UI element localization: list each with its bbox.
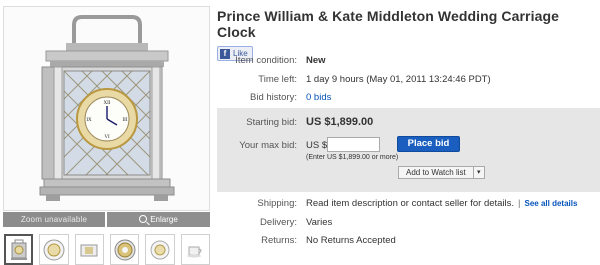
thumbnail-4[interactable] — [110, 234, 140, 265]
plate-thumbnail-icon — [43, 239, 65, 260]
max-bid-input[interactable] — [327, 137, 380, 152]
listing-title: Prince William & Kate Middleton Wedding … — [217, 8, 560, 40]
time-left-value: 1 day 9 hours (May 01, 2011 13:24:46 PDT… — [306, 74, 491, 85]
carriage-clock-image: XII III VI IX — [39, 15, 175, 201]
enlarge-button[interactable]: Enlarge — [107, 212, 210, 227]
cup-thumbnail-icon — [187, 246, 202, 257]
dial-numeral-3: III — [123, 118, 128, 123]
thumbnail-3[interactable] — [74, 234, 105, 265]
delivery-label: Delivery: — [260, 217, 297, 228]
starting-bid-label: Starting bid: — [246, 117, 297, 128]
bid-panel: Starting bid: US $1,899.00 Your max bid:… — [217, 108, 600, 192]
starting-bid-value: US $1,899.00 — [306, 116, 374, 128]
dial-numeral-12: XII — [104, 101, 111, 106]
enlarge-label: Enlarge — [150, 215, 178, 224]
dial-numeral-9: IX — [86, 118, 92, 123]
thumbnail-2[interactable] — [39, 234, 69, 265]
listing-details: Prince William & Kate Middleton Wedding … — [217, 8, 600, 246]
thumbnail-strip — [3, 234, 210, 265]
image-toolbar: Zoom unavailable Enlarge — [3, 212, 210, 227]
returns-label: Returns: — [261, 235, 297, 246]
place-bid-button[interactable]: Place bid — [397, 136, 460, 152]
main-product-image[interactable]: XII III VI IX — [3, 6, 210, 211]
shipping-label: Shipping: — [257, 198, 297, 209]
thumbnail-5[interactable] — [145, 234, 175, 265]
bid-history-label: Bid history: — [250, 92, 297, 103]
item-condition-value: New — [306, 55, 326, 66]
box-thumbnail-icon — [80, 244, 98, 256]
dish-thumbnail-icon — [150, 240, 170, 259]
currency-prefix: US $ — [306, 140, 328, 151]
thumbnail-1[interactable] — [4, 234, 34, 265]
item-condition-label: Item condition: — [235, 55, 297, 66]
time-left-label: Time left: — [258, 74, 297, 85]
clock-thumbnail-icon — [10, 239, 27, 260]
delivery-value: Varies — [306, 217, 333, 228]
dial-numeral-6: VI — [104, 135, 110, 140]
shipping-value-group: Read item description or contact seller … — [306, 198, 577, 209]
image-viewer: XII III VI IX Zoom unavailable Enlarge — [3, 6, 210, 265]
magnifier-icon — [139, 215, 148, 223]
bid-history-link[interactable]: 0 bids — [306, 92, 331, 103]
returns-value: No Returns Accepted — [306, 235, 396, 246]
watch-list-control: Add to Watch list ▾ — [398, 166, 485, 179]
thumbnail-6[interactable] — [180, 234, 210, 265]
watch-list-dropdown-icon[interactable]: ▾ — [474, 167, 484, 178]
max-bid-label: Your max bid: — [239, 140, 297, 151]
shipping-separator: | — [518, 198, 521, 209]
medallion-thumbnail-icon — [114, 239, 136, 260]
shipping-value: Read item description or contact seller … — [306, 198, 515, 209]
zoom-unavailable-label: Zoom unavailable — [3, 212, 105, 227]
add-to-watch-list-button[interactable]: Add to Watch list — [399, 167, 474, 178]
see-all-details-link[interactable]: See all details — [525, 199, 578, 208]
min-bid-note: (Enter US $1,899.00 or more) — [306, 154, 399, 161]
